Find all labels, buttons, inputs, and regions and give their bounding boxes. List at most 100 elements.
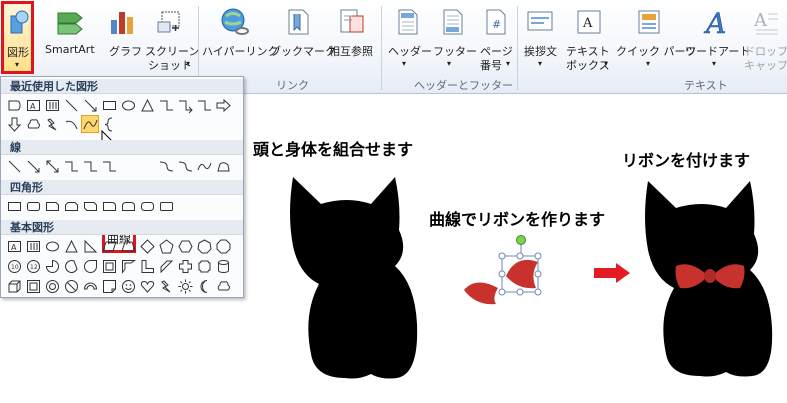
shape-can[interactable]: [214, 257, 232, 275]
chevron-down-icon: ▾: [646, 59, 651, 68]
chart-button[interactable]: グラフ: [106, 2, 142, 72]
shape-triangle[interactable]: [138, 96, 156, 114]
shape-folded-corner[interactable]: [100, 277, 118, 295]
shape-elbow-double[interactable]: [100, 157, 118, 175]
shape-moon[interactable]: [195, 277, 213, 295]
shape-pentagon[interactable]: [157, 237, 175, 255]
shape-vertical-textbox[interactable]: [43, 96, 61, 114]
shape-diamond[interactable]: [138, 237, 156, 255]
category-rectangles: 四角形: [1, 180, 243, 195]
shape-rect-round3[interactable]: [138, 197, 156, 215]
shape-arc[interactable]: [62, 115, 80, 133]
shape-vertical-textbox[interactable]: [24, 237, 42, 255]
shape-heptagon[interactable]: [195, 237, 213, 255]
screenshot-button[interactable]: スクリーン ショット ▾: [144, 2, 199, 74]
chevron-down-icon: ▾: [538, 59, 543, 68]
shape-elbow-arrow[interactable]: [176, 96, 194, 114]
drop-cap-button[interactable]: A ドロップ キャップ: [744, 2, 787, 74]
shape-triangle[interactable]: [62, 237, 80, 255]
chart-label: グラフ: [109, 45, 142, 58]
shape-hexagon[interactable]: [176, 237, 194, 255]
shape-cloud[interactable]: [24, 115, 42, 133]
shape-l-shape[interactable]: [138, 257, 156, 275]
shape-trapezoid[interactable]: [119, 237, 137, 255]
shape-sun[interactable]: [176, 277, 194, 295]
shape-chord[interactable]: [62, 257, 80, 275]
shape-teardrop[interactable]: [81, 257, 99, 275]
wordart-label: ワードアート: [685, 45, 751, 58]
shape-line[interactable]: [62, 96, 80, 114]
shape-freeform-curve[interactable]: [195, 157, 213, 175]
shape-rect-round2[interactable]: [119, 197, 137, 215]
shape-arrow-line[interactable]: [81, 96, 99, 114]
shape-rect-snip[interactable]: [43, 197, 61, 215]
shape-plaque[interactable]: [195, 257, 213, 275]
shape-diagonal-stripe[interactable]: [157, 257, 175, 275]
shape-bevel[interactable]: [24, 277, 42, 295]
shape-rect-snip3[interactable]: [81, 197, 99, 215]
shape-curved-arrow[interactable]: [176, 157, 194, 175]
smartart-button[interactable]: SmartArt: [44, 2, 100, 72]
shape-oval[interactable]: [119, 96, 137, 114]
shapes-button[interactable]: 図形 ▾: [1, 1, 34, 74]
shape-lightning[interactable]: [43, 115, 61, 133]
shape-rect-round1[interactable]: [100, 197, 118, 215]
header-button[interactable]: ヘッダー ▾: [384, 2, 432, 74]
shape-cube[interactable]: [5, 277, 23, 295]
shape-down-arrow[interactable]: [5, 115, 23, 133]
shape-curved-connector[interactable]: [157, 157, 175, 175]
shape-dodecagon[interactable]: 12: [24, 257, 42, 275]
quick-parts-button[interactable]: クイック パーツ ▾: [614, 2, 696, 74]
shapes-gallery[interactable]: 最近使用した図形 A 線 曲線 四角形 基本図形 A 10 12: [0, 76, 244, 298]
footer-button[interactable]: フッター ▾: [430, 2, 477, 74]
category-lines: 線: [1, 140, 243, 155]
shape-block-arc[interactable]: [81, 277, 99, 295]
shape-right-triangle[interactable]: [81, 237, 99, 255]
shape-frame[interactable]: [100, 257, 118, 275]
shape-elbow-connector[interactable]: [157, 96, 175, 114]
shape-octagon[interactable]: [214, 237, 232, 255]
shape-curve-selected[interactable]: [81, 115, 99, 133]
shape-arrow-line[interactable]: [24, 157, 42, 175]
bookmark-button[interactable]: ブックマーク: [270, 2, 336, 72]
category-recent: 最近使用した図形: [1, 79, 243, 94]
footer-label: フッター: [433, 45, 477, 58]
shape-rectangle-rounded[interactable]: [5, 96, 23, 114]
shape-cloud[interactable]: [214, 277, 232, 295]
hyperlink-button[interactable]: ハイパーリンク: [202, 2, 279, 72]
cat-silhouette-left: [290, 177, 418, 379]
greeting-button[interactable]: 挨拶文 ▾: [520, 2, 562, 74]
shape-textbox[interactable]: A: [5, 237, 23, 255]
shape-rect[interactable]: [5, 197, 23, 215]
shapes-icon: [10, 10, 29, 34]
shape-elbow-double[interactable]: [195, 96, 213, 114]
shape-line[interactable]: [5, 157, 23, 175]
shape-double-arrow-line[interactable]: [43, 157, 61, 175]
shape-rectangle[interactable]: [100, 96, 118, 114]
shape-parallelogram[interactable]: [100, 237, 118, 255]
cross-reference-icon: [340, 9, 364, 33]
shape-textbox[interactable]: A: [24, 96, 42, 114]
shape-smiley[interactable]: [119, 277, 137, 295]
shape-pie[interactable]: [43, 257, 61, 275]
shape-elbow-arrow[interactable]: [81, 157, 99, 175]
shape-oval[interactable]: [43, 237, 61, 255]
cross-reference-button[interactable]: 相互参照: [328, 2, 376, 72]
shape-donut[interactable]: [43, 277, 61, 295]
shape-decagon[interactable]: 10: [5, 257, 23, 275]
page-number-button[interactable]: # ページ 番号 ▾: [476, 2, 516, 74]
wordart-button[interactable]: A ワードアート ▾: [684, 2, 750, 74]
shape-elbow-connector[interactable]: [62, 157, 80, 175]
shape-rect-round4[interactable]: [157, 197, 175, 215]
shape-right-arrow[interactable]: [214, 96, 232, 114]
shape-cross[interactable]: [176, 257, 194, 275]
shape-freeform[interactable]: [214, 157, 232, 175]
shape-rect-rounded[interactable]: [24, 197, 42, 215]
shape-lightning[interactable]: [157, 277, 175, 295]
shape-half-frame[interactable]: [119, 257, 137, 275]
shape-heart[interactable]: [138, 277, 156, 295]
shape-rect-snip2[interactable]: [62, 197, 80, 215]
shape-no-symbol[interactable]: [62, 277, 80, 295]
textbox-button[interactable]: A テキスト ボックス ▾: [562, 2, 614, 74]
